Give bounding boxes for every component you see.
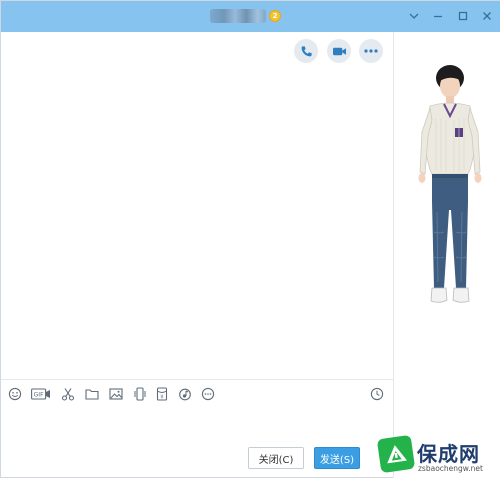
contact-show-pane bbox=[393, 32, 500, 478]
red-packet-icon[interactable]: ¥ bbox=[155, 387, 169, 401]
emoji-icon[interactable] bbox=[8, 387, 22, 401]
title-bar[interactable]: 2 bbox=[1, 1, 500, 32]
folder-icon[interactable] bbox=[85, 387, 99, 401]
brand-logo-icon bbox=[376, 434, 416, 474]
avatar-figure bbox=[418, 65, 482, 303]
video-camera-icon bbox=[332, 47, 346, 55]
scissors-icon[interactable] bbox=[61, 387, 75, 401]
site-watermark: 保成网 zsbaochengw.net bbox=[371, 433, 500, 478]
phone-icon bbox=[301, 45, 312, 56]
watermark-url: zsbaochengw.net bbox=[418, 464, 483, 473]
chevron-down-icon[interactable] bbox=[406, 8, 422, 24]
close-button[interactable]: 关闭(C) bbox=[248, 447, 304, 469]
phone-shake-icon[interactable] bbox=[133, 387, 147, 401]
message-area[interactable] bbox=[1, 32, 393, 379]
more-options-button[interactable] bbox=[359, 39, 383, 63]
more-dots-icon bbox=[364, 49, 378, 53]
close-icon[interactable] bbox=[479, 8, 495, 24]
maximize-icon[interactable] bbox=[455, 8, 471, 24]
history-clock-icon[interactable] bbox=[370, 387, 384, 401]
video-call-button[interactable] bbox=[327, 39, 351, 63]
send-button[interactable]: 发送(S) bbox=[314, 447, 360, 469]
more-tools-icon[interactable] bbox=[201, 387, 215, 401]
level-badge: 2 bbox=[269, 10, 281, 22]
contact-name-blurred bbox=[210, 9, 266, 23]
input-toolbar: GIF ¥ bbox=[1, 379, 393, 407]
image-icon[interactable] bbox=[109, 387, 123, 401]
svg-text:¥: ¥ bbox=[160, 394, 163, 400]
gif-icon[interactable]: GIF bbox=[31, 387, 51, 401]
voice-call-button[interactable] bbox=[294, 39, 318, 63]
svg-text:GIF: GIF bbox=[34, 392, 44, 399]
minimize-icon[interactable] bbox=[430, 8, 446, 24]
chat-window: 2 GIF ¥ 关闭(C) 发送(S) 保成网 zsbaochengw.net bbox=[0, 0, 500, 478]
watermark-brand: 保成网 bbox=[417, 442, 480, 466]
music-icon[interactable] bbox=[178, 387, 192, 401]
